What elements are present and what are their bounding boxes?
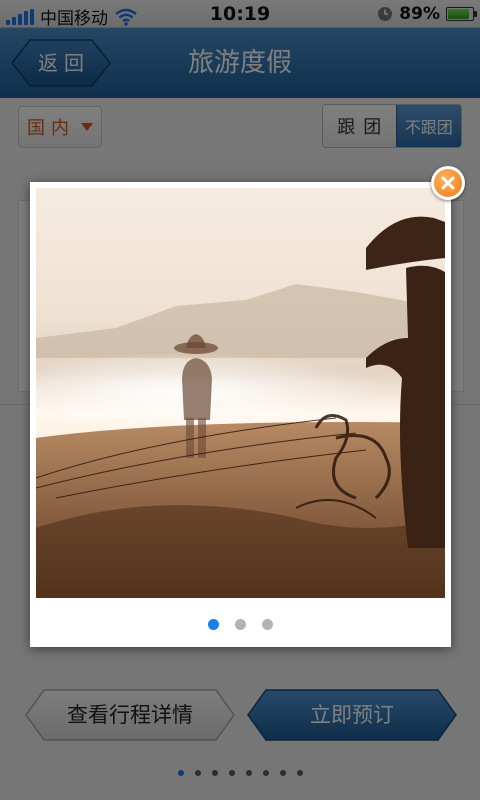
close-x-glyph: [441, 176, 455, 190]
close-icon: [434, 169, 462, 197]
close-button[interactable]: [431, 166, 465, 200]
gallery-dot[interactable]: [262, 619, 273, 630]
fisherman-photo: [36, 188, 445, 598]
gallery-dot[interactable]: [208, 619, 219, 630]
gallery-photo[interactable]: [36, 188, 445, 598]
gallery-dot[interactable]: [235, 619, 246, 630]
gallery-pagination: [30, 619, 451, 630]
image-gallery-modal: [30, 182, 451, 647]
